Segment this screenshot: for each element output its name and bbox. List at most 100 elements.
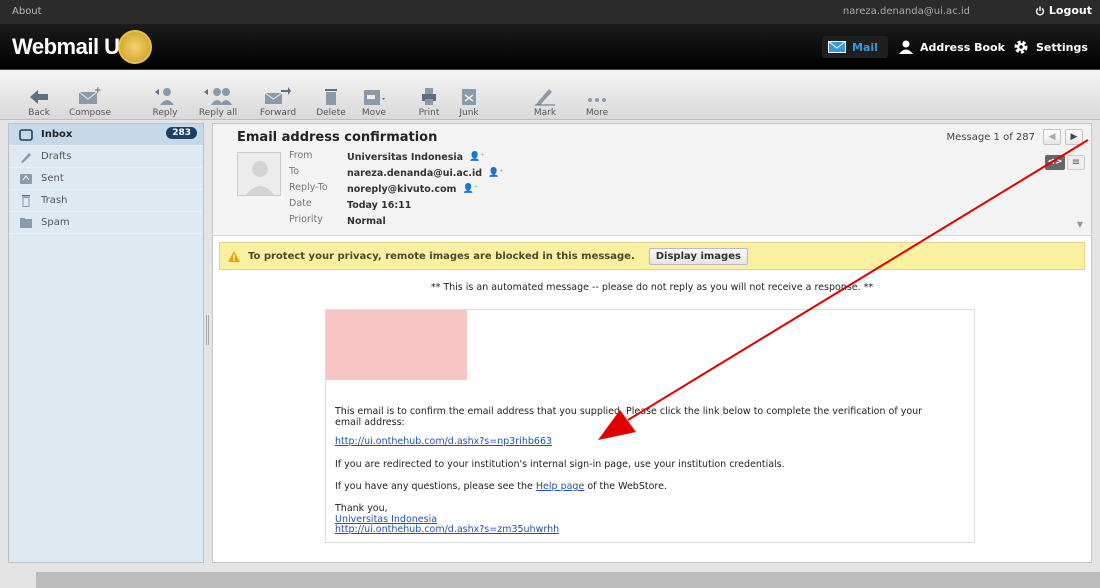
forward-button[interactable]: Forward xyxy=(258,74,298,118)
spam-folder-icon xyxy=(20,217,32,228)
add-contact-icon[interactable]: 👤⁺ xyxy=(462,184,478,194)
junk-icon xyxy=(462,89,476,105)
forward-icon xyxy=(264,87,291,104)
signature-link[interactable]: http://ui.onthehub.com/d.ashx?s=zm35uhwr… xyxy=(335,524,559,535)
bottom-scroll-area xyxy=(36,572,1100,588)
mark-button[interactable]: Mark xyxy=(528,74,562,118)
svg-text:+: + xyxy=(94,86,102,96)
message-priority: Normal xyxy=(347,215,386,227)
header-label: Priority xyxy=(289,214,323,225)
unread-count-badge: 283 xyxy=(166,127,197,139)
pencil-icon xyxy=(535,89,555,106)
app-logo: Webmail UI xyxy=(12,34,126,59)
pane-splitter[interactable] xyxy=(206,315,209,345)
display-images-button[interactable]: Display images xyxy=(648,247,748,265)
add-contact-icon[interactable]: 👤⁺ xyxy=(469,152,485,162)
add-contact-icon[interactable]: 👤⁺ xyxy=(488,168,504,178)
folder-drafts[interactable]: Drafts xyxy=(9,146,203,168)
remote-images-warning: To protect your privacy, remote images a… xyxy=(219,242,1085,270)
body-link-row: http://ui.onthehub.com/d.ashx?s=np3rihb6… xyxy=(335,436,945,447)
person-icon xyxy=(899,40,913,54)
sent-icon xyxy=(20,173,32,184)
top-bar: About nareza.denanda@ui.ac.id Logout xyxy=(0,0,1100,24)
nav-mail[interactable]: Mail xyxy=(822,36,888,58)
compose-icon: + xyxy=(78,86,102,104)
automated-message-note: ** This is an automated message -- pleas… xyxy=(430,282,874,293)
message-header: Email address confirmation From Universi… xyxy=(213,124,1091,236)
warning-icon xyxy=(228,250,240,262)
move-label: Move xyxy=(361,108,387,118)
chevron-down-icon[interactable]: ▼ xyxy=(1077,220,1083,229)
person-icon xyxy=(245,161,275,195)
print-label: Print xyxy=(418,108,440,118)
app-header: Webmail UI Mail Address Book Settings xyxy=(0,24,1100,70)
message-date: Today 16:11 xyxy=(347,199,412,211)
gear-icon xyxy=(1014,40,1028,54)
power-icon xyxy=(1035,6,1045,16)
header-label: From xyxy=(289,150,313,161)
folder-spam[interactable]: Spam xyxy=(9,212,203,234)
forward-label: Forward xyxy=(259,108,297,118)
print-button[interactable]: Print xyxy=(414,74,444,118)
reply-button[interactable]: Reply xyxy=(148,74,182,118)
folder-label: Spam xyxy=(41,217,70,228)
user-email: nareza.denanda@ui.ac.id xyxy=(842,6,970,17)
body-paragraph-confirm: This email is to confirm the email addre… xyxy=(335,406,923,428)
folder-sent[interactable]: Sent xyxy=(9,168,203,190)
headers-toggle-button[interactable]: ≡ xyxy=(1067,155,1085,170)
header-row-priority: Priority Normal xyxy=(289,214,386,228)
message-view: Email address confirmation From Universi… xyxy=(212,123,1092,563)
folder-trash[interactable]: Trash xyxy=(9,190,203,212)
help-page-link[interactable]: Help page xyxy=(536,481,584,492)
header-label: Reply-To xyxy=(289,182,328,193)
reply-all-button[interactable]: Reply all xyxy=(198,74,238,118)
header-row-to: To nareza.denanda@ui.ac.id 👤⁺ xyxy=(289,166,504,180)
recipient-email[interactable]: nareza.denanda@ui.ac.id xyxy=(347,168,482,179)
printer-icon xyxy=(422,88,436,105)
prev-message-button[interactable]: ◀ xyxy=(1043,129,1061,145)
folder-move-icon xyxy=(364,90,385,105)
back-arrow-icon xyxy=(30,90,48,104)
nav-mail-label: Mail xyxy=(852,40,878,54)
next-message-button[interactable]: ▶ xyxy=(1065,129,1083,145)
more-button[interactable]: More xyxy=(582,74,612,118)
reply-all-label: Reply all xyxy=(198,108,238,118)
nav-address-book-label: Address Book xyxy=(920,40,1005,54)
junk-button[interactable]: Junk xyxy=(454,74,484,118)
about-link[interactable]: About xyxy=(12,6,42,17)
reply-label: Reply xyxy=(152,108,178,118)
verification-link[interactable]: http://ui.onthehub.com/d.ashx?s=np3rihb6… xyxy=(335,436,552,447)
reply-icon xyxy=(155,88,174,105)
toolbar: Back + Compose Reply Reply all Forward D… xyxy=(0,70,1100,120)
delete-button[interactable]: Delete xyxy=(316,74,346,118)
body-thanks: Thank you, xyxy=(335,503,388,514)
header-row-from: From Universitas Indonesia 👤⁺ xyxy=(289,150,485,164)
header-label: Date xyxy=(289,198,312,209)
reply-all-icon xyxy=(204,88,232,105)
back-button[interactable]: Back xyxy=(22,74,56,118)
header-label: To xyxy=(289,166,300,177)
trash-icon xyxy=(22,194,30,207)
help-text-post: of the WebStore. xyxy=(584,481,667,492)
logout-button[interactable]: Logout xyxy=(1035,4,1092,17)
signature-link-row: http://ui.onthehub.com/d.ashx?s=zm35uhwr… xyxy=(335,524,945,535)
nav-settings[interactable]: Settings xyxy=(1012,36,1088,58)
nav-address-book[interactable]: Address Book xyxy=(898,36,1005,58)
folder-label: Drafts xyxy=(41,151,72,162)
view-source-button[interactable]: <> xyxy=(1045,155,1065,170)
body-paragraph-help: If you have any questions, please see th… xyxy=(335,481,945,492)
sender-name[interactable]: Universitas Indonesia xyxy=(347,152,463,163)
inbox-icon xyxy=(19,128,33,141)
folder-inbox[interactable]: Inbox 283 xyxy=(9,124,203,146)
warning-text: To protect your privacy, remote images a… xyxy=(248,250,635,262)
replyto-email[interactable]: noreply@kivuto.com xyxy=(347,184,456,195)
header-row-date: Date Today 16:11 xyxy=(289,198,411,212)
pencil-icon xyxy=(21,152,31,163)
body-paragraph-signin: If you are redirected to your institutio… xyxy=(335,459,785,470)
compose-button[interactable]: + Compose xyxy=(68,74,112,118)
back-label: Back xyxy=(28,108,50,118)
nav-settings-label: Settings xyxy=(1036,40,1088,54)
move-button[interactable]: Move xyxy=(356,74,392,118)
delete-label: Delete xyxy=(316,108,346,118)
more-label: More xyxy=(585,108,609,118)
